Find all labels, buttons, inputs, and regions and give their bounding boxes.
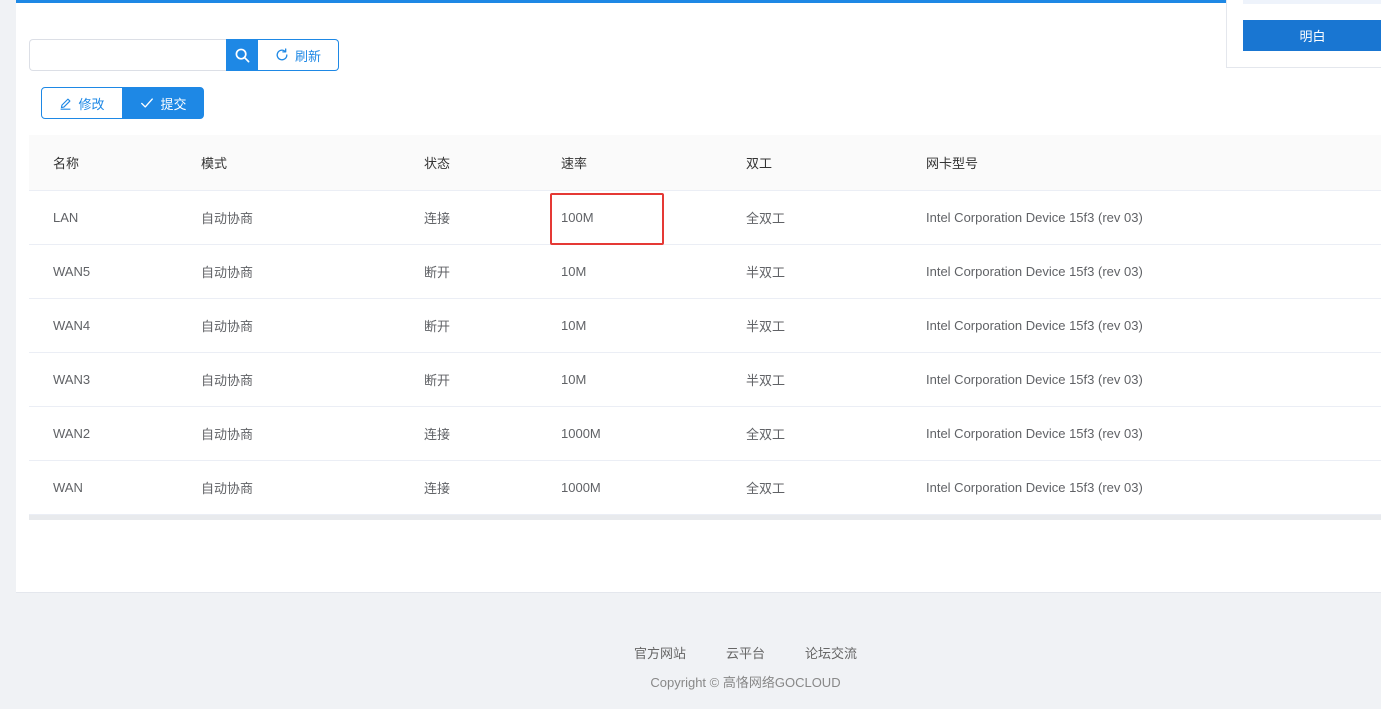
cell-mode: 自动协商 [201,298,424,353]
check-icon [141,98,154,108]
table-row[interactable]: LAN 自动协商 连接 100M 全双工 Intel Corporation D… [29,190,1381,245]
speed-highlight-annotation [550,193,664,245]
table-row[interactable]: WAN2 自动协商 连接 1000M 全双工 Intel Corporation… [29,406,1381,461]
action-group: 修改 提交 [41,87,204,119]
table-horizontal-scrollbar[interactable] [29,514,1381,520]
cell-speed: 10M [561,244,746,299]
header-status[interactable]: 状态 [424,135,561,191]
cell-status: 断开 [424,352,561,407]
search-button[interactable] [226,39,258,71]
popup-content-strip [1243,0,1381,4]
ok-button[interactable]: 明白 [1243,20,1381,51]
cell-mode: 自动协商 [201,352,424,407]
cell-status: 连接 [424,406,561,461]
submit-button[interactable]: 提交 [123,87,204,119]
cell-name: WAN3 [29,352,201,407]
refresh-icon [276,48,288,61]
header-duplex[interactable]: 双工 [746,135,926,191]
cell-nic-model: Intel Corporation Device 15f3 (rev 03) [926,298,1381,353]
cell-speed: 1000M [561,460,746,515]
header-speed[interactable]: 速率 [561,135,746,191]
submit-label: 提交 [160,96,187,112]
table-row[interactable]: WAN4 自动协商 断开 10M 半双工 Intel Corporation D… [29,298,1381,353]
cell-name: WAN4 [29,298,201,353]
cell-status: 断开 [424,298,561,353]
cell-nic-model: Intel Corporation Device 15f3 (rev 03) [926,190,1381,245]
search-group: 刷新 [29,39,339,71]
cell-mode: 自动协商 [201,190,424,245]
interface-table: 名称 模式 状态 速率 双工 网卡型号 LAN 自动协商 连接 100M 全双工… [29,135,1381,515]
cell-duplex: 半双工 [746,298,926,353]
cell-name: WAN2 [29,406,201,461]
cell-duplex: 半双工 [746,352,926,407]
header-nic-model[interactable]: 网卡型号 [926,135,1381,191]
cell-mode: 自动协商 [201,460,424,515]
notice-popup: 明白 [1226,0,1381,68]
refresh-button[interactable]: 刷新 [258,39,339,71]
edit-label: 修改 [78,96,105,112]
table-row[interactable]: WAN3 自动协商 断开 10M 半双工 Intel Corporation D… [29,352,1381,407]
cell-nic-model: Intel Corporation Device 15f3 (rev 03) [926,460,1381,515]
cell-duplex: 全双工 [746,460,926,515]
cell-duplex: 全双工 [746,406,926,461]
cell-status: 连接 [424,460,561,515]
search-input[interactable] [29,39,226,71]
cell-name: WAN5 [29,244,201,299]
interface-table-wrap: 名称 模式 状态 速率 双工 网卡型号 LAN 自动协商 连接 100M 全双工… [29,135,1381,520]
edit-button[interactable]: 修改 [41,87,123,119]
cell-nic-model: Intel Corporation Device 15f3 (rev 03) [926,406,1381,461]
cell-nic-model: Intel Corporation Device 15f3 (rev 03) [926,244,1381,299]
table-row[interactable]: WAN5 自动协商 断开 10M 半双工 Intel Corporation D… [29,244,1381,299]
footer-link-forum[interactable]: 论坛交流 [805,643,857,662]
footer-links: 官方网站 云平台 论坛交流 [0,643,1381,662]
footer-link-cloud-platform[interactable]: 云平台 [726,643,765,662]
cell-duplex: 半双工 [746,244,926,299]
refresh-label: 刷新 [294,48,321,64]
copyright-text: Copyright © 高恪网络GOCLOUD [650,675,841,690]
cell-duplex: 全双工 [746,190,926,245]
cell-speed: 1000M [561,406,746,461]
header-mode[interactable]: 模式 [201,135,424,191]
cell-name: LAN [29,190,201,245]
header-name[interactable]: 名称 [29,135,201,191]
cell-speed: 10M [561,298,746,353]
edit-icon [61,98,71,110]
main-card: 刷新 修改 提交 名称 模式 状态 速率 双工 网卡型号 LAN 自动协商 连接… [16,0,1381,593]
cell-status: 连接 [424,190,561,245]
search-icon [235,48,249,62]
cell-nic-model: Intel Corporation Device 15f3 (rev 03) [926,352,1381,407]
table-row[interactable]: WAN 自动协商 连接 1000M 全双工 Intel Corporation … [29,460,1381,515]
table-header-row: 名称 模式 状态 速率 双工 网卡型号 [29,135,1381,191]
cell-mode: 自动协商 [201,244,424,299]
footer-link-official-site[interactable]: 官方网站 [634,643,686,662]
cell-status: 断开 [424,244,561,299]
cell-speed: 10M [561,352,746,407]
cell-name: WAN [29,460,201,515]
cell-mode: 自动协商 [201,406,424,461]
